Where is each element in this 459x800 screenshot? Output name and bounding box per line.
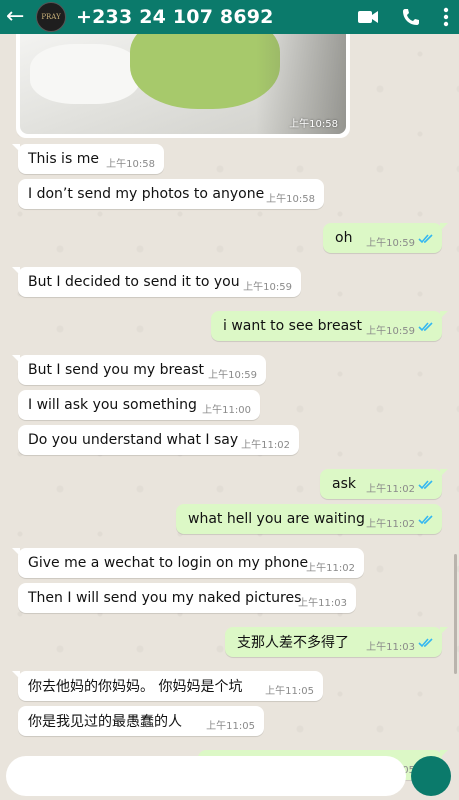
- message-text: I don’t send my photos to anyone: [28, 186, 265, 202]
- shared-photo[interactable]: 上午10:58: [20, 34, 346, 134]
- incoming-message[interactable]: Give me a wechat to login on my phone 上午1…: [12, 548, 364, 578]
- incoming-message[interactable]: I will ask you something 上午11:00: [18, 390, 260, 420]
- outgoing-message[interactable]: oh 上午10:59: [323, 223, 448, 253]
- message-text: 你去他妈的你妈妈。 你妈妈是个坑: [28, 679, 243, 695]
- message-text: Then I will send you my naked pictures: [28, 590, 302, 606]
- avatar-text: PRAY: [41, 13, 61, 21]
- message-input[interactable]: [6, 756, 406, 796]
- more-vertical-icon[interactable]: [443, 7, 449, 27]
- read-ticks-icon: [418, 317, 434, 336]
- message-timestamp: 上午11:02: [366, 519, 415, 530]
- message-text: This is me: [28, 151, 99, 167]
- chat-header: ← PRAY +233 24 107 8692: [0, 0, 459, 34]
- message-text: i want to see breast: [223, 318, 362, 334]
- read-ticks-icon: [418, 510, 434, 529]
- message-timestamp: 上午10:59: [208, 370, 257, 381]
- photo-pillow: [30, 44, 140, 104]
- outgoing-message[interactable]: what hell you are waiting 上午11:02: [176, 504, 442, 534]
- send-button[interactable]: [411, 756, 451, 796]
- message-text: 支那人差不多得了: [237, 635, 349, 651]
- photo-timestamp: 上午10:58: [289, 119, 338, 130]
- message-text: 你是我见过的最愚蠢的人: [28, 714, 182, 730]
- message-timestamp: 上午11:03: [298, 598, 347, 609]
- read-ticks-icon: [418, 633, 434, 652]
- message-text: Give me a wechat to login on my phone: [28, 555, 309, 571]
- outgoing-message[interactable]: ask 上午11:02: [320, 469, 448, 499]
- incoming-message[interactable]: 你是我见过的最愚蠢的人 上午11:05: [18, 706, 264, 736]
- message-timestamp: 上午10:59: [366, 326, 415, 337]
- image-message[interactable]: 上午10:58: [16, 34, 350, 138]
- scrollbar[interactable]: [454, 554, 457, 674]
- incoming-message[interactable]: I don’t send my photos to anyone 上午10:58: [18, 179, 324, 209]
- message-timestamp: 上午11:02: [366, 484, 415, 495]
- message-timestamp: 上午10:59: [243, 282, 292, 293]
- message-timestamp: 上午10:59: [366, 238, 415, 249]
- message-text: I will ask you something: [28, 397, 197, 413]
- message-timestamp: 上午11:02: [306, 563, 355, 574]
- incoming-message[interactable]: Do you understand what I say 上午11:02: [18, 425, 299, 455]
- outgoing-message[interactable]: 支那人差不多得了 上午11:03: [225, 627, 448, 657]
- message-text: ask: [332, 476, 356, 492]
- message-timestamp: 上午11:02: [241, 440, 290, 451]
- avatar[interactable]: PRAY: [36, 2, 66, 32]
- contact-name[interactable]: +233 24 107 8692: [76, 6, 274, 28]
- message-timestamp: 上午10:58: [266, 194, 315, 205]
- message-text: But I send you my breast: [28, 362, 204, 378]
- incoming-message[interactable]: 你去他妈的你妈妈。 你妈妈是个坑 上午11:05: [12, 671, 323, 701]
- incoming-message[interactable]: But I decided to send it to you 上午10:59: [12, 267, 301, 297]
- outgoing-message[interactable]: i want to see breast 上午10:59: [211, 311, 448, 341]
- message-timestamp: 上午11:05: [265, 686, 314, 697]
- message-text: But I decided to send it to you: [28, 274, 240, 290]
- message-text: Do you understand what I say: [28, 432, 239, 448]
- message-timestamp: 上午11:03: [366, 642, 415, 653]
- message-text: oh: [335, 230, 353, 246]
- phone-icon[interactable]: [401, 7, 421, 27]
- incoming-message[interactable]: But I send you my breast 上午10:59: [12, 355, 266, 385]
- header-actions: [357, 0, 449, 34]
- read-ticks-icon: [418, 475, 434, 494]
- message-timestamp: 上午11:00: [202, 405, 251, 416]
- arrow-left-icon[interactable]: ←: [6, 6, 28, 28]
- message-text: what hell you are waiting: [188, 511, 365, 527]
- message-timestamp: 上午10:58: [106, 159, 155, 170]
- video-call-icon[interactable]: [357, 9, 379, 25]
- message-timestamp: 上午11:05: [206, 721, 255, 732]
- incoming-message[interactable]: This is me 上午10:58: [12, 144, 164, 174]
- read-ticks-icon: [418, 229, 434, 248]
- incoming-message[interactable]: Then I will send you my naked pictures 上午…: [18, 583, 356, 613]
